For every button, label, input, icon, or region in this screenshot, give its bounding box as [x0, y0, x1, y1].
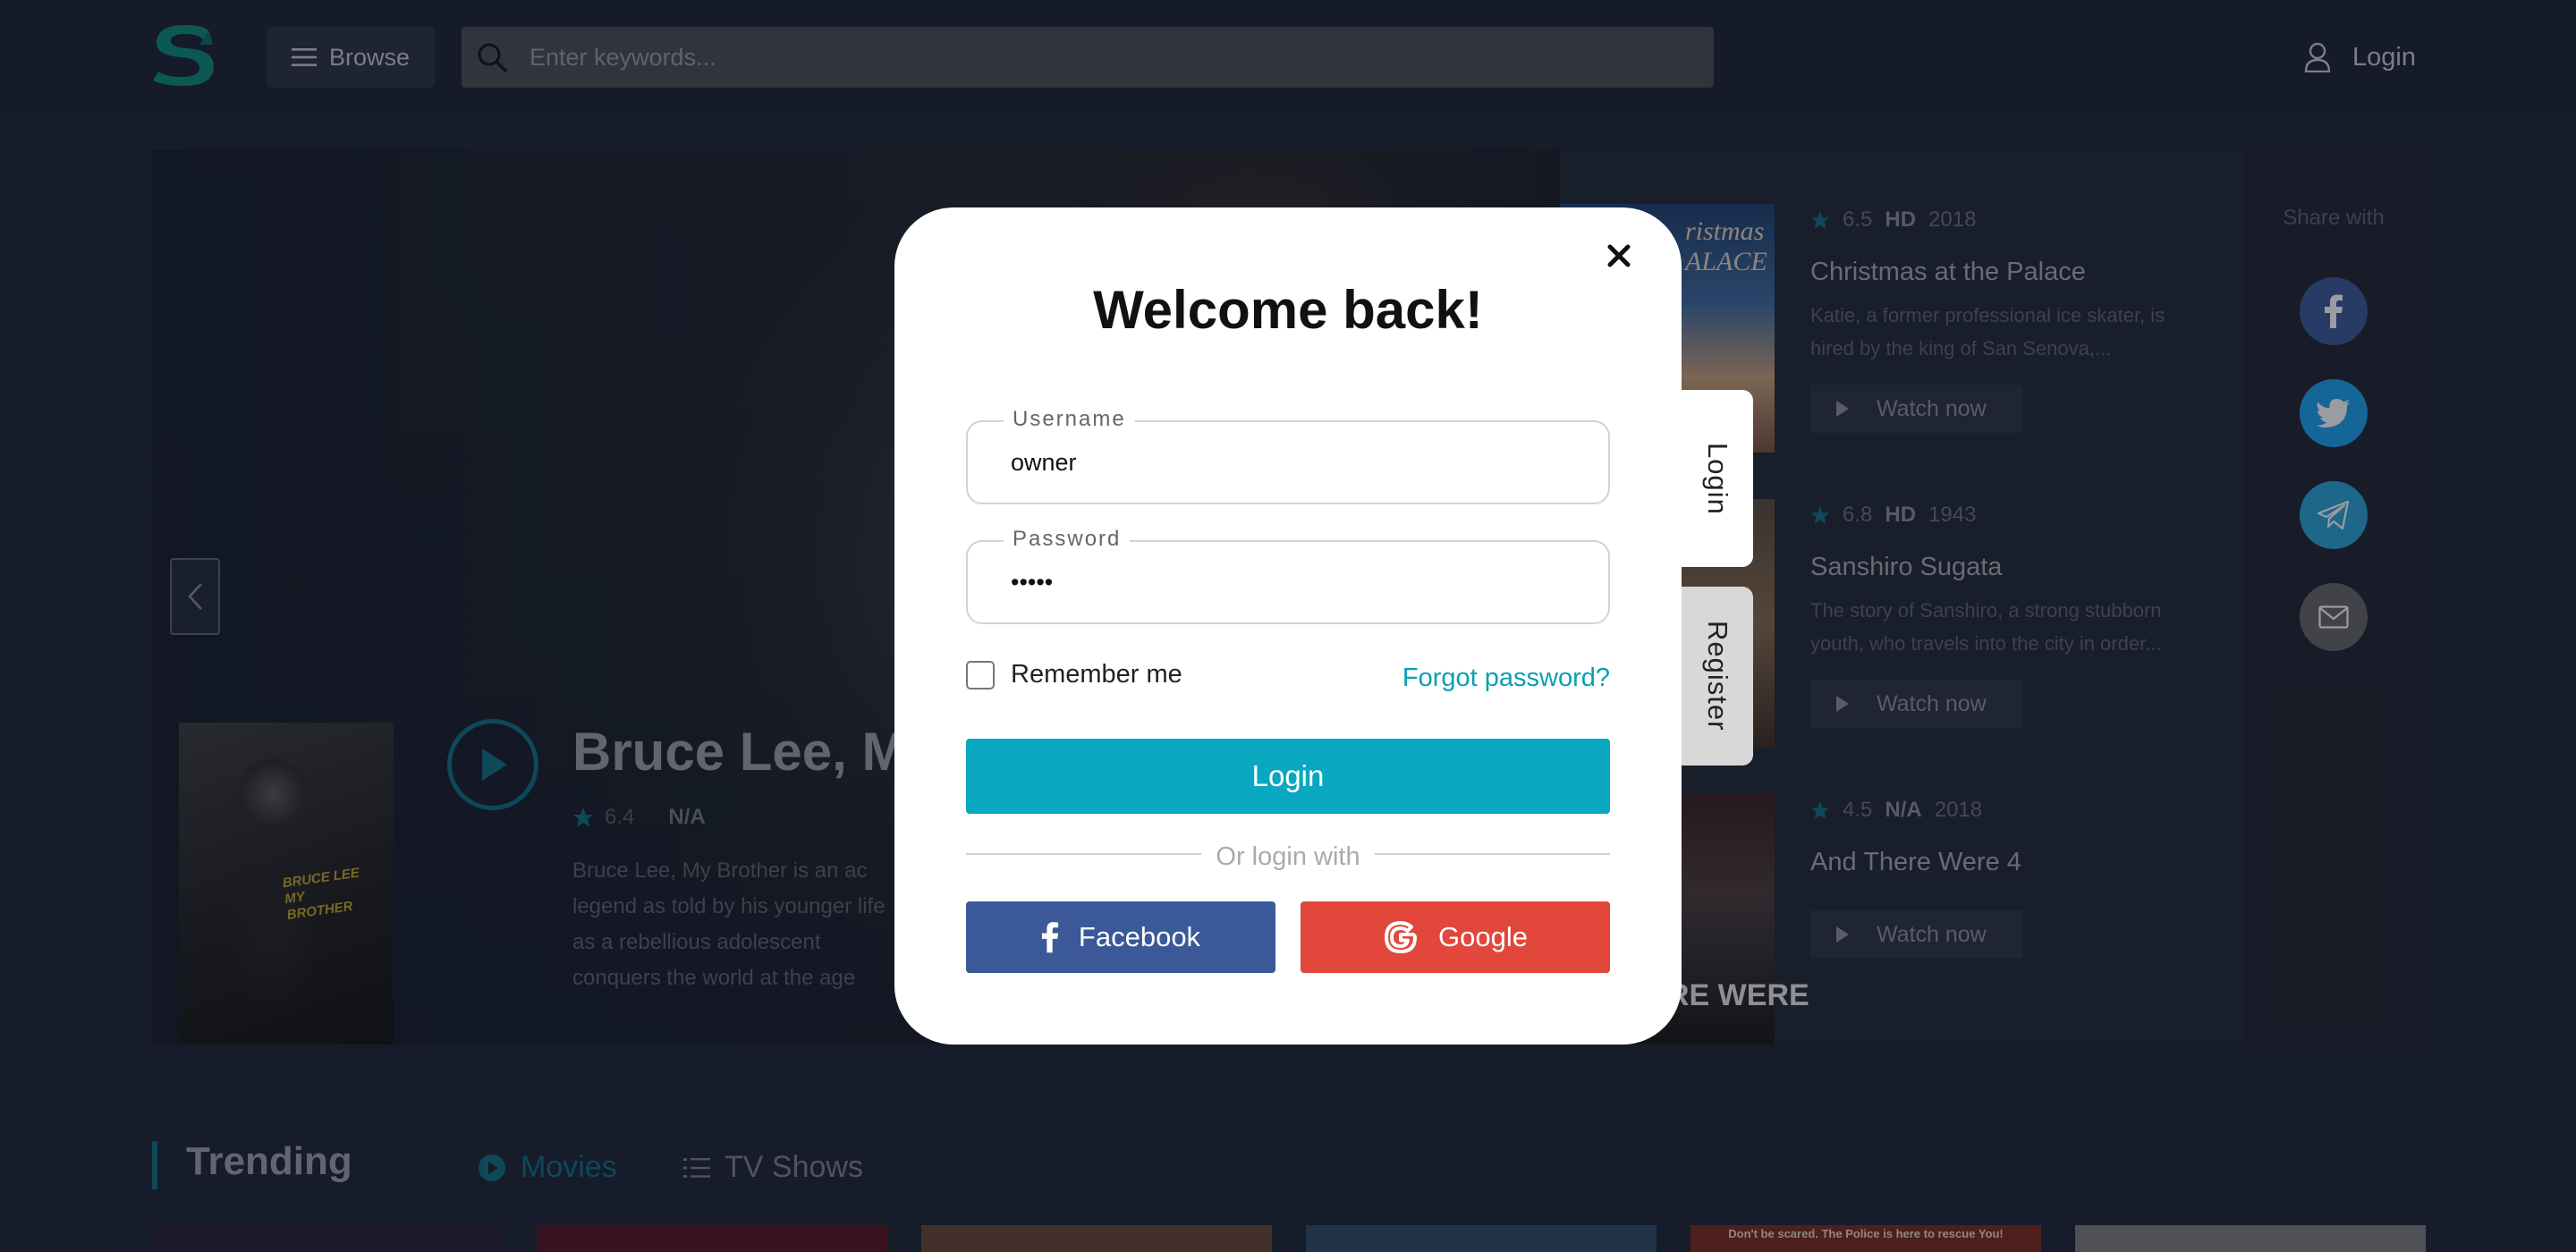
facebook-login-button[interactable]: Facebook [966, 901, 1275, 973]
google-icon [1383, 919, 1419, 955]
modal-title: Welcome back! [1093, 280, 1483, 340]
password-input[interactable] [1011, 542, 1583, 622]
login-modal: Welcome back! Username Password Remember… [894, 207, 1682, 1045]
google-login-label: Google [1438, 921, 1528, 952]
facebook-icon [1041, 921, 1059, 953]
username-field: Username [966, 407, 1610, 504]
modal-tab-register-label: Register [1702, 621, 1733, 732]
username-input[interactable] [1011, 422, 1583, 503]
login-submit-button[interactable]: Login [966, 739, 1610, 814]
modal-tab-login-label: Login [1702, 442, 1733, 515]
divider-text: Or login with [1201, 842, 1375, 871]
close-icon [1607, 244, 1631, 267]
remember-checkbox[interactable] [966, 660, 995, 689]
password-field: Password [966, 527, 1610, 624]
facebook-login-label: Facebook [1078, 921, 1201, 952]
remember-label: Remember me [1011, 660, 1182, 689]
modal-tab-register[interactable]: Register [1682, 587, 1753, 766]
google-login-button[interactable]: Google [1301, 901, 1610, 973]
divider: Or login with [894, 842, 1682, 872]
modal-close-button[interactable] [1601, 238, 1637, 274]
modal-tab-login[interactable]: Login [1682, 390, 1753, 567]
forgot-password-link[interactable]: Forgot password? [1402, 664, 1610, 693]
remember-me[interactable]: Remember me [966, 660, 1182, 689]
